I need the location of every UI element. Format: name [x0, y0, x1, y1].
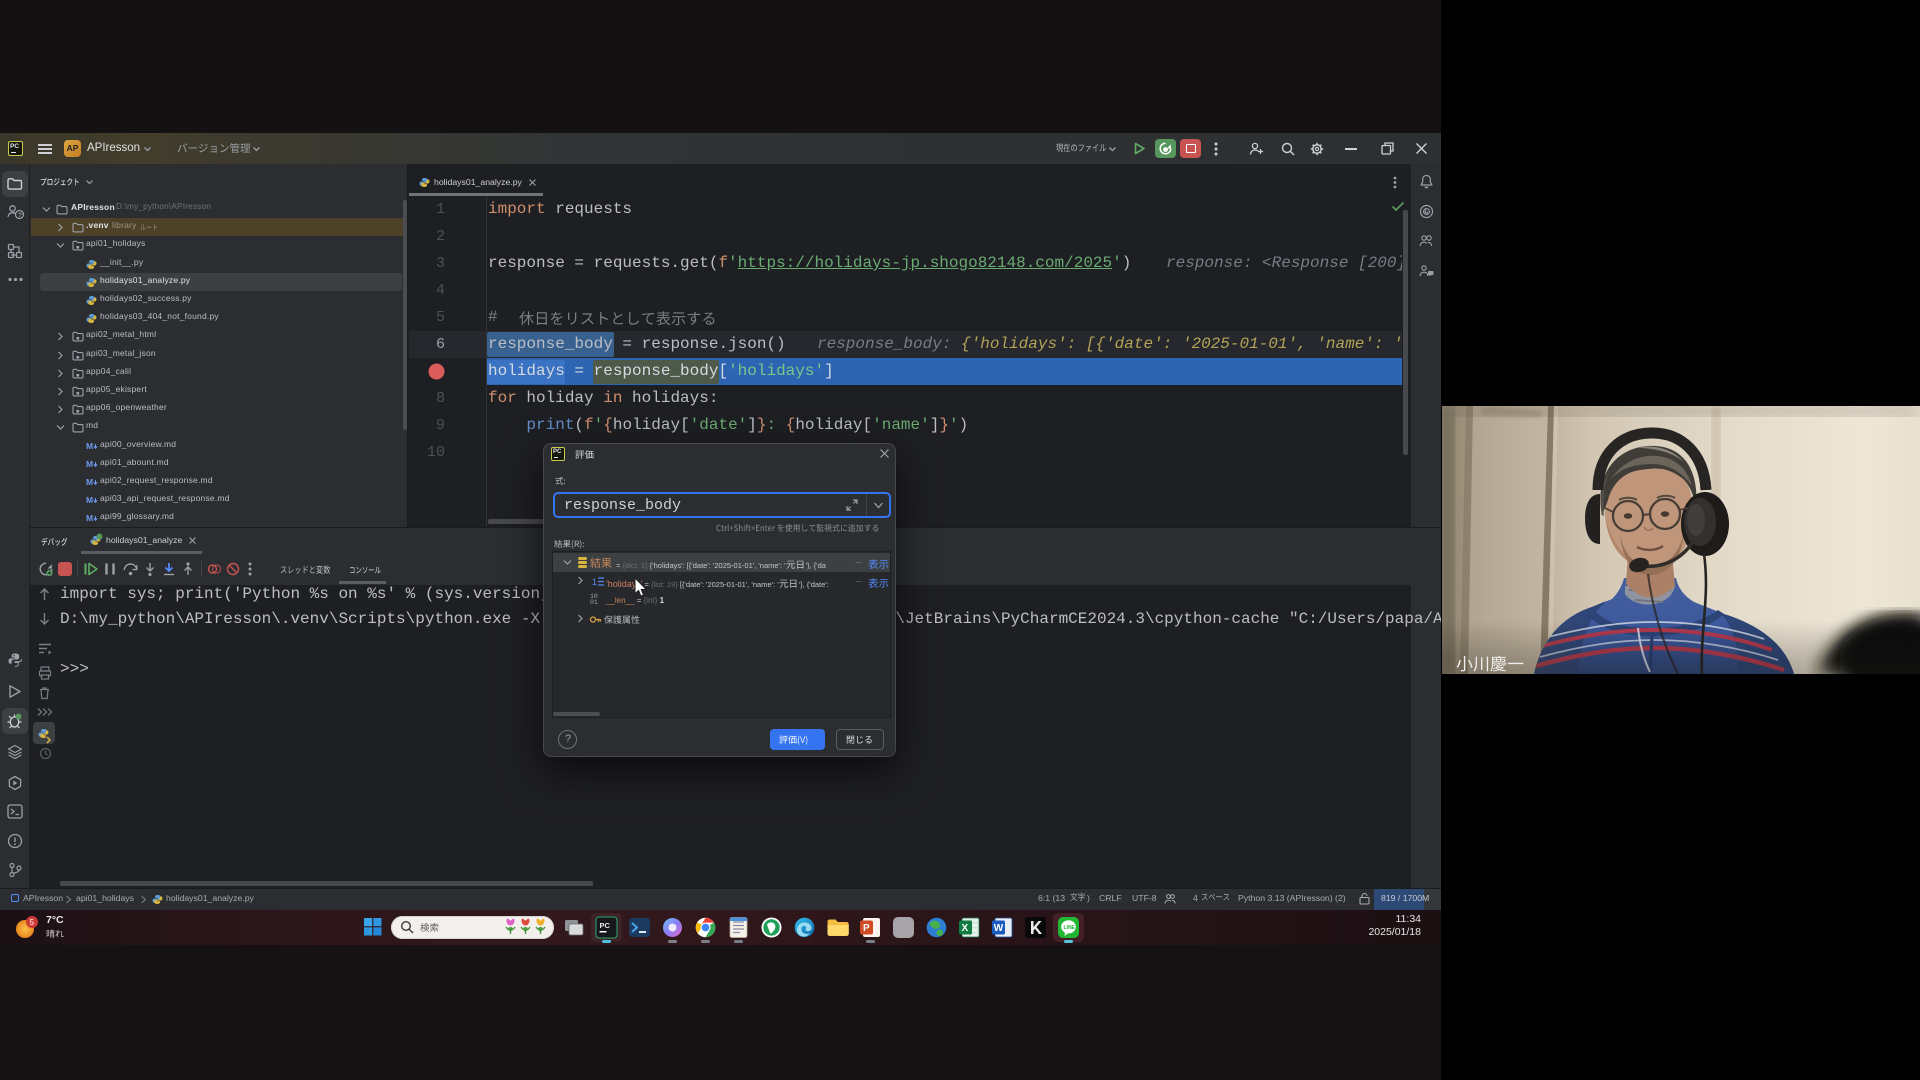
svg-text:P: P	[863, 923, 870, 934]
svg-text:X: X	[962, 923, 969, 934]
svg-text:LINE: LINE	[1064, 925, 1076, 931]
svg-text:M: M	[86, 495, 93, 505]
svg-text:M: M	[86, 459, 93, 469]
svg-text:W: W	[994, 923, 1004, 934]
svg-text:?: ?	[18, 212, 22, 219]
svg-text:PC: PC	[600, 921, 611, 930]
svg-text:M: M	[86, 513, 93, 523]
svg-text:1: 1	[592, 577, 597, 587]
svg-text:M: M	[86, 441, 93, 451]
svg-text:M: M	[86, 477, 93, 487]
svg-text:5: 5	[30, 918, 35, 927]
